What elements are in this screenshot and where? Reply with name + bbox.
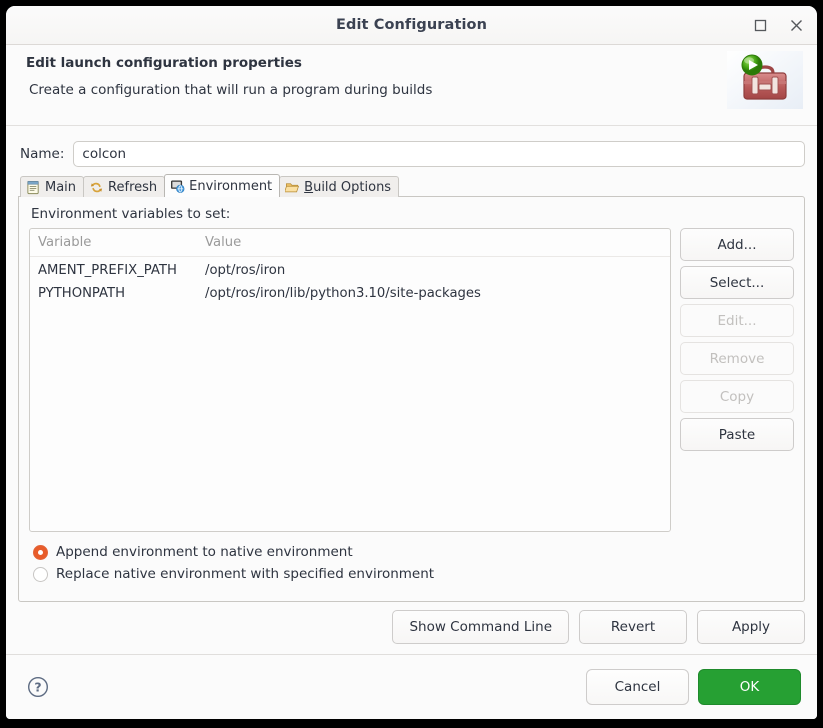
column-header-value[interactable]: Value — [205, 235, 670, 250]
copy-button: Copy — [680, 380, 794, 413]
panel-label: Environment variables to set: — [31, 206, 794, 222]
show-command-line-button[interactable]: Show Command Line — [392, 610, 569, 644]
banner-headline: Edit launch configuration properties — [26, 55, 801, 71]
close-icon[interactable] — [785, 14, 807, 36]
cancel-button[interactable]: Cancel — [586, 669, 689, 705]
dialog-banner: Edit launch configuration properties Cre… — [6, 45, 817, 126]
table-side-buttons: Add... Select... Edit... Remove Copy Pas… — [680, 228, 794, 532]
dialog-body: Name: Main Refresh — [6, 126, 817, 654]
select-button[interactable]: Select... — [680, 266, 794, 299]
environment-monitor-icon — [170, 179, 185, 194]
add-button[interactable]: Add... — [680, 228, 794, 261]
tab-build-options-label: Build Options — [304, 180, 391, 195]
tab-main-label: Main — [45, 180, 76, 195]
help-question-icon[interactable]: ? — [26, 675, 50, 699]
revert-button[interactable]: Revert — [579, 610, 687, 644]
svg-text:?: ? — [34, 680, 41, 695]
tab-environment[interactable]: Environment — [164, 174, 280, 197]
tab-build-options[interactable]: Build Options — [279, 176, 399, 197]
tab-strip: Main Refresh Environment — [20, 175, 805, 197]
tab-refresh-label: Refresh — [108, 180, 157, 195]
tab-environment-label: Environment — [189, 179, 272, 194]
table-body: AMENT_PREFIX_PATH /opt/ros/iron PYTHONPA… — [30, 257, 670, 305]
radio-replace-environment[interactable]: Replace native environment with specifie… — [33, 563, 794, 585]
paste-button[interactable]: Paste — [680, 418, 794, 451]
cell-value: /opt/ros/iron/lib/python3.10/site-packag… — [205, 286, 670, 301]
radio-replace-label: Replace native environment with specifie… — [56, 566, 434, 582]
tab-refresh[interactable]: Refresh — [83, 176, 165, 197]
radio-append-environment[interactable]: Append environment to native environment — [33, 541, 794, 563]
name-row: Name: — [20, 141, 805, 167]
environment-mode-radio-group: Append environment to native environment… — [33, 541, 794, 585]
refresh-arrows-icon — [89, 180, 104, 195]
action-button-row: Show Command Line Revert Apply — [18, 602, 805, 654]
radio-append-label: Append environment to native environment — [56, 544, 353, 560]
window-title: Edit Configuration — [336, 17, 487, 33]
radio-append-indicator[interactable] — [33, 545, 48, 560]
dialog-footer: ? Cancel OK — [6, 654, 817, 719]
name-input[interactable] — [73, 141, 805, 167]
open-folder-icon — [285, 180, 300, 195]
environment-variables-table[interactable]: Variable Value AMENT_PREFIX_PATH /opt/ro… — [29, 228, 671, 532]
tab-build-options-mnemonic: B — [304, 180, 313, 195]
tab-build-options-rest: uild Options — [313, 180, 391, 195]
cell-variable: PYTHONPATH — [30, 286, 205, 301]
maximize-icon[interactable] — [749, 14, 771, 36]
banner-subtitle: Create a configuration that will run a p… — [29, 82, 801, 98]
edit-configuration-dialog: Edit Configuration Edit launch configura… — [6, 6, 817, 719]
table-header-row: Variable Value — [30, 229, 670, 257]
toolbox-with-run-arrow-icon — [727, 51, 803, 109]
ok-button[interactable]: OK — [698, 669, 801, 705]
cell-value: /opt/ros/iron — [205, 263, 670, 278]
name-label: Name: — [20, 146, 64, 162]
table-row[interactable]: AMENT_PREFIX_PATH /opt/ros/iron — [30, 259, 670, 282]
cell-variable: AMENT_PREFIX_PATH — [30, 263, 205, 278]
environment-tab-panel: Environment variables to set: Variable V… — [18, 196, 805, 602]
window-controls — [749, 6, 807, 44]
table-area: Variable Value AMENT_PREFIX_PATH /opt/ro… — [29, 228, 794, 532]
apply-button[interactable]: Apply — [697, 610, 805, 644]
column-header-variable[interactable]: Variable — [30, 235, 205, 250]
remove-button: Remove — [680, 342, 794, 375]
edit-button: Edit... — [680, 304, 794, 337]
radio-replace-indicator[interactable] — [33, 567, 48, 582]
document-icon — [26, 180, 41, 195]
table-row[interactable]: PYTHONPATH /opt/ros/iron/lib/python3.10/… — [30, 282, 670, 305]
tab-main[interactable]: Main — [20, 176, 84, 197]
title-bar: Edit Configuration — [6, 6, 817, 45]
